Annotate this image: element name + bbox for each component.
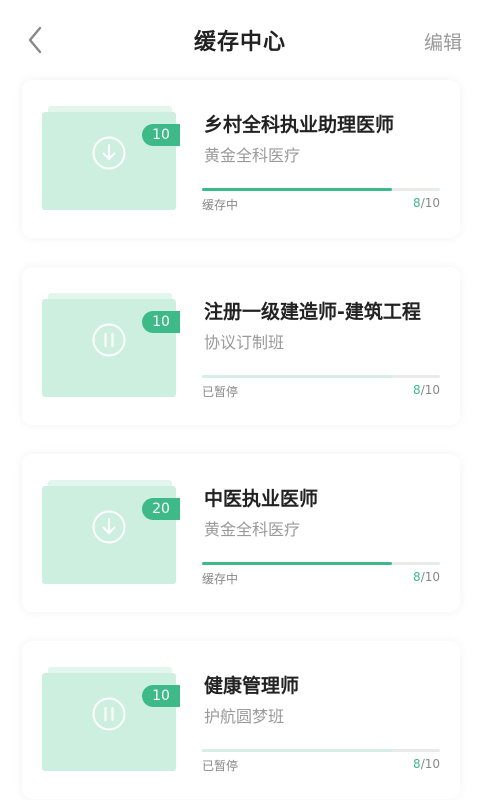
lesson-count-badge: 10 (142, 685, 180, 707)
progress-count: 8/10 (413, 757, 440, 771)
progress-fill (202, 749, 393, 752)
progress-count: 8/10 (413, 570, 440, 584)
progress-bar (202, 188, 440, 191)
course-card[interactable]: 20 中医执业医师 黄金全科医疗 缓存中 8/10 (22, 454, 460, 612)
course-thumbnail: 20 (42, 480, 180, 584)
progress-count: 8/10 (413, 196, 440, 210)
course-thumbnail: 10 (42, 106, 180, 210)
lesson-count-badge: 20 (142, 498, 180, 520)
course-thumbnail: 10 (42, 293, 180, 397)
cache-status: 已暂停 (202, 759, 239, 773)
cache-status: 已暂停 (202, 385, 239, 399)
progress-bar (202, 375, 440, 378)
cache-status: 缓存中 (202, 572, 239, 586)
course-card[interactable]: 10 健康管理师 护航圆梦班 已暂停 8/10 (22, 641, 460, 799)
pause-icon[interactable] (92, 697, 126, 731)
course-class: 协议订制班 (204, 333, 285, 352)
course-name: 中医执业医师 (204, 488, 319, 510)
done-count: 8 (413, 383, 421, 397)
done-count: 8 (413, 570, 421, 584)
cache-status: 缓存中 (202, 198, 239, 212)
course-class: 黄金全科医疗 (204, 146, 301, 165)
progress-bar (202, 749, 440, 752)
progress-fill (202, 562, 393, 565)
progress-count: 8/10 (413, 383, 440, 397)
course-name: 健康管理师 (204, 675, 300, 697)
course-thumbnail: 10 (42, 667, 180, 771)
course-name: 注册一级建造师-建筑工程 (204, 301, 421, 323)
course-class: 护航圆梦班 (204, 707, 285, 726)
download-icon[interactable] (92, 510, 126, 544)
total-count: /10 (420, 570, 440, 584)
progress-fill (202, 375, 393, 378)
download-icon[interactable] (92, 136, 126, 170)
edit-button[interactable]: 编辑 (424, 28, 462, 55)
progress-fill (202, 188, 393, 191)
done-count: 8 (413, 196, 421, 210)
top-bar: 缓存中心 编辑 (0, 0, 480, 80)
total-count: /10 (420, 196, 440, 210)
pause-icon[interactable] (92, 323, 126, 357)
course-card[interactable]: 10 乡村全科执业助理医师 黄金全科医疗 缓存中 8/10 (22, 80, 460, 238)
page-title: 缓存中心 (193, 30, 286, 55)
lesson-count-badge: 10 (142, 311, 180, 333)
total-count: /10 (420, 383, 440, 397)
course-class: 黄金全科医疗 (204, 520, 301, 539)
lesson-count-badge: 10 (142, 124, 180, 146)
total-count: /10 (420, 757, 440, 771)
course-card[interactable]: 10 注册一级建造师-建筑工程 协议订制班 已暂停 8/10 (22, 267, 460, 425)
done-count: 8 (413, 757, 421, 771)
course-name: 乡村全科执业助理医师 (204, 114, 395, 136)
progress-bar (202, 562, 440, 565)
